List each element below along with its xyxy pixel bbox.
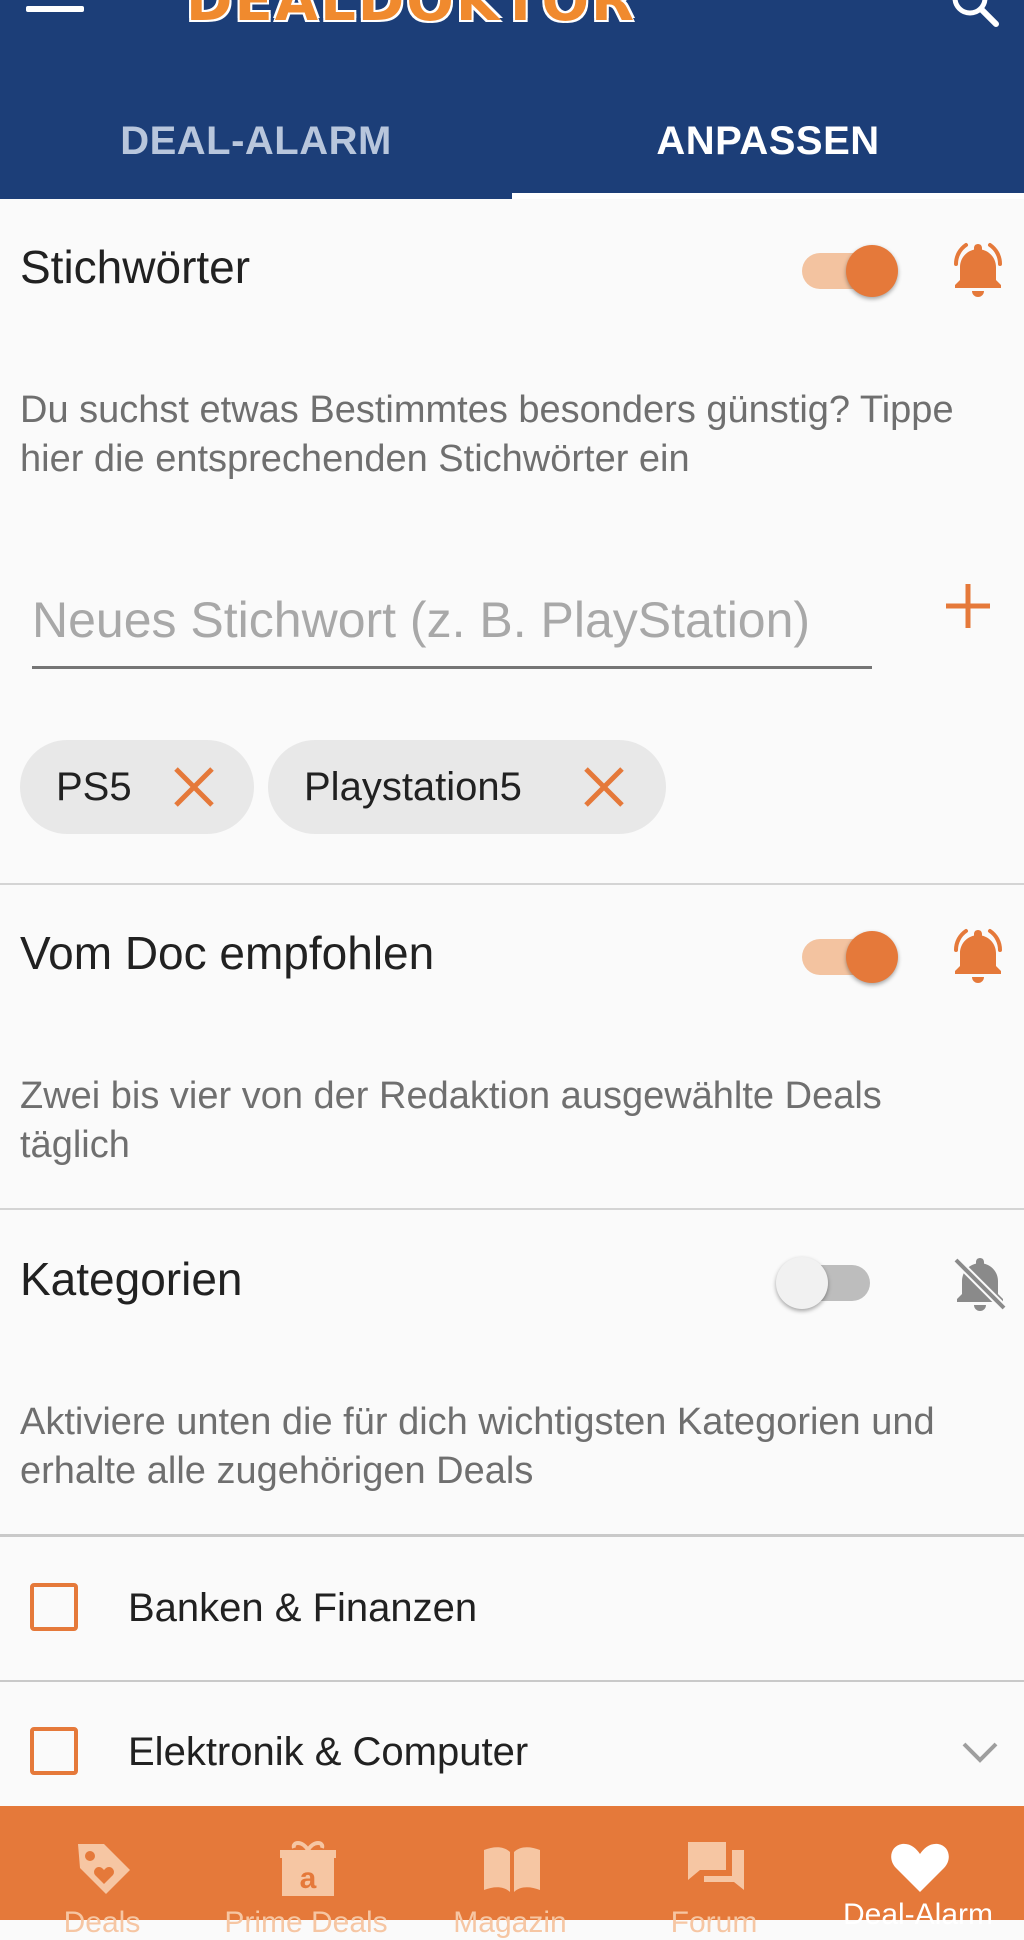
bell-off-icon[interactable] xyxy=(948,1250,1012,1314)
category-label: Banken & Finanzen xyxy=(128,1586,478,1630)
category-row[interactable]: Banken & Finanzen xyxy=(0,1538,1024,1680)
nav-label: Deal-Alarm xyxy=(842,1898,994,1931)
nav-label: Prime Deals xyxy=(224,1906,388,1939)
nav-label: Deals xyxy=(63,1906,141,1939)
remove-chip-icon[interactable] xyxy=(172,765,216,809)
category-checkbox[interactable] xyxy=(30,1583,78,1631)
nav-deals[interactable]: Deals xyxy=(0,1806,204,1939)
doc-title: Vom Doc empfohlen xyxy=(20,927,435,979)
nav-deal-alarm[interactable]: Deal-Alarm xyxy=(816,1806,1020,1931)
tab-anpassen[interactable]: ANPASSEN xyxy=(512,106,1024,176)
remove-chip-icon[interactable] xyxy=(582,765,626,809)
keywords-toggle[interactable] xyxy=(798,237,898,299)
nav-magazin[interactable]: Magazin xyxy=(408,1806,612,1939)
tag-heart-icon xyxy=(78,1844,130,1894)
keyword-input-field[interactable] xyxy=(32,580,872,669)
keyword-chip: PS5 xyxy=(20,740,254,834)
svg-text:a: a xyxy=(300,1862,317,1895)
nav-prime-deals[interactable]: a Prime Deals xyxy=(204,1806,408,1939)
keywords-title: Stichwörter xyxy=(20,241,251,293)
keyword-chip: Playstation5 xyxy=(268,740,666,834)
doc-toggle[interactable] xyxy=(798,923,898,985)
heart-icon xyxy=(891,1843,949,1892)
nav-label: Forum xyxy=(670,1906,758,1939)
logo: DEALDOKTOR xyxy=(186,0,637,34)
add-keyword-icon[interactable] xyxy=(940,578,996,634)
amazon-gift-icon: a xyxy=(280,1841,336,1896)
keyword-input[interactable] xyxy=(32,580,872,660)
chevron-down-icon[interactable] xyxy=(960,1738,1000,1766)
nav-label: Magazin xyxy=(453,1906,567,1939)
bottom-navigation: Deals a Prime Deals Magazin Forum Deal-A… xyxy=(0,1806,1024,1939)
doc-description: Zwei bis vier von der Redaktion ausgewäh… xyxy=(20,1075,882,1166)
menu-icon[interactable] xyxy=(26,0,84,16)
divider xyxy=(0,883,1024,885)
keywords-description: Du suchst etwas Bestimmtes besonders gün… xyxy=(20,389,954,480)
categories-description: Aktiviere unten die für dich wichtigsten… xyxy=(20,1401,935,1492)
book-icon xyxy=(484,1847,540,1892)
search-icon[interactable] xyxy=(948,0,1000,32)
divider xyxy=(0,1208,1024,1210)
active-tab-indicator xyxy=(512,193,1024,199)
keyword-chip-label: PS5 xyxy=(56,765,132,809)
bell-icon[interactable] xyxy=(946,922,1010,986)
categories-title: Kategorien xyxy=(20,1253,243,1305)
tab-deal-alarm[interactable]: DEAL-ALARM xyxy=(0,106,512,176)
keyword-chip-label: Playstation5 xyxy=(304,765,522,809)
category-label: Elektronik & Computer xyxy=(128,1730,529,1774)
category-row[interactable]: Elektronik & Computer xyxy=(0,1682,1024,1824)
app-bar: DEALDOKTOR DEAL-ALARM ANPASSEN xyxy=(0,0,1024,199)
bell-icon[interactable] xyxy=(946,236,1010,300)
divider xyxy=(0,1534,1024,1537)
nav-forum[interactable]: Forum xyxy=(612,1806,816,1939)
category-checkbox[interactable] xyxy=(30,1727,78,1775)
categories-toggle[interactable] xyxy=(776,1249,876,1311)
chat-icon xyxy=(688,1842,744,1890)
